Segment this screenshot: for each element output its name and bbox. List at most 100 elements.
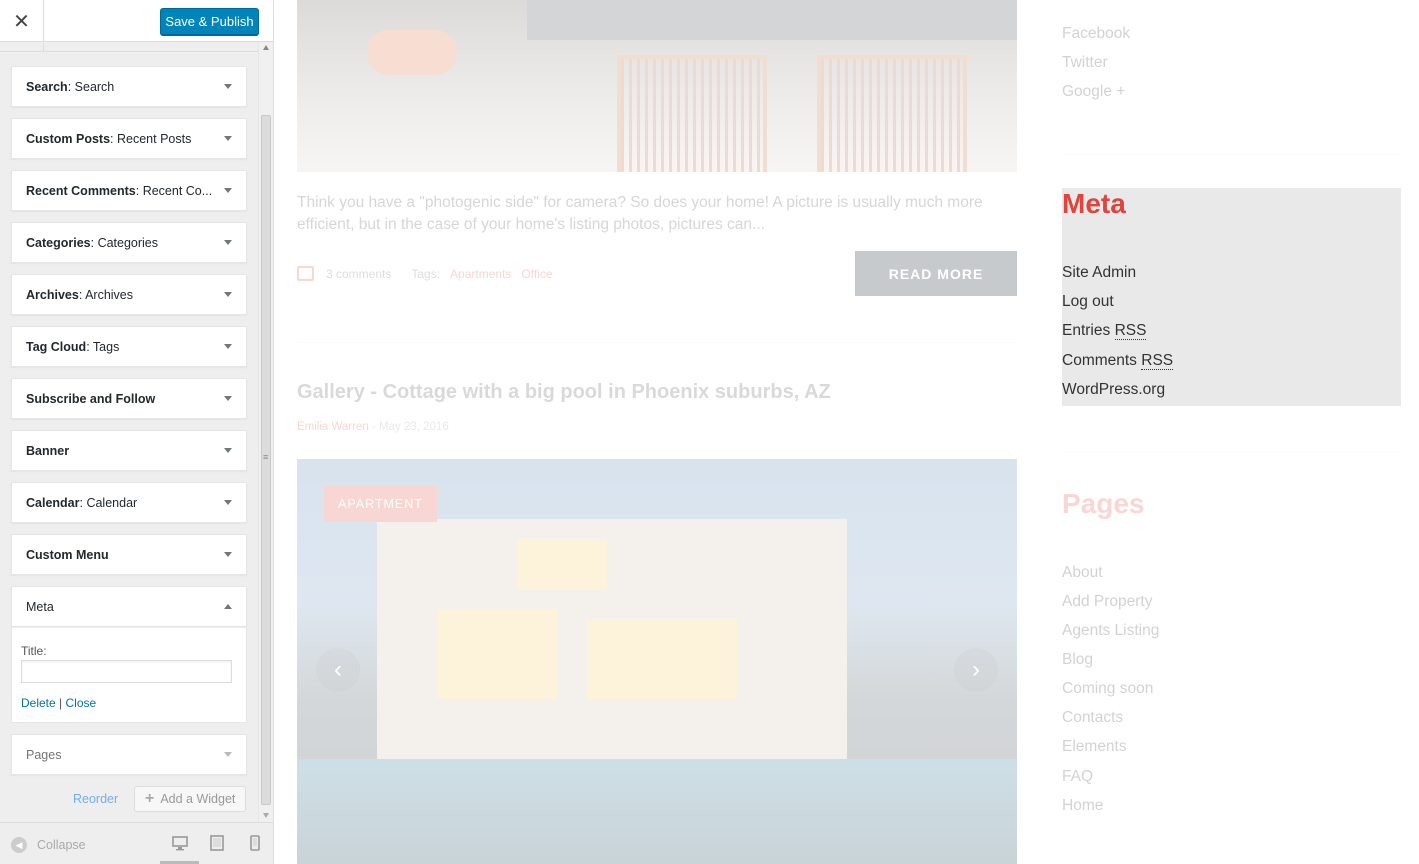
scrollbar-thumb[interactable]: ≡ (261, 115, 271, 805)
add-widget-label: Add a Widget (160, 792, 236, 806)
close-icon[interactable]: ✕ (0, 0, 44, 42)
chevron-down-icon[interactable] (224, 292, 232, 297)
collapse-button[interactable]: ◀ Collapse (11, 837, 86, 853)
separator: | (59, 696, 63, 710)
scroll-down-icon[interactable] (263, 813, 269, 818)
logout-link[interactable]: Log out (1062, 293, 1114, 311)
desktop-icon[interactable] (172, 835, 188, 853)
widget-archives[interactable]: Archives: Archives (11, 274, 247, 315)
widget-pages[interactable]: Pages (11, 734, 247, 775)
widget-search[interactable]: Search: Search (11, 66, 247, 107)
widget-actions: Delete | Close (21, 696, 96, 710)
page-link[interactable]: Blog (1062, 651, 1093, 669)
grip-icon: ≡ (263, 452, 269, 462)
customizer-header: ✕ Save & Publish (0, 0, 273, 42)
scroll-up-icon[interactable] (263, 45, 269, 50)
chevron-down-icon[interactable] (224, 448, 232, 453)
chevron-right-icon[interactable]: › (954, 648, 998, 692)
widget-banner[interactable]: Banner (11, 430, 247, 471)
wordpress-org-link[interactable]: WordPress.org (1062, 381, 1165, 399)
widget-calendar[interactable]: Calendar: Calendar (11, 482, 247, 523)
page-link[interactable]: Home (1062, 797, 1103, 815)
post-excerpt: Think you have a "photogenic side" for c… (297, 194, 983, 233)
chevron-left-icon[interactable]: ‹ (316, 648, 360, 692)
widget-custom-menu[interactable]: Custom Menu (11, 534, 247, 575)
tablet-icon[interactable] (209, 835, 225, 853)
category-badge[interactable]: APARTMENT (324, 486, 437, 522)
entries-rss-link[interactable]: Entries RSS (1062, 322, 1147, 340)
page-link[interactable]: Agents Listing (1062, 622, 1159, 640)
widget-subscribe-follow[interactable]: Subscribe and Follow (11, 378, 247, 419)
widget-title: Custom Menu (26, 548, 109, 562)
widget-meta[interactable]: Meta (11, 586, 247, 627)
widget-recent-comments[interactable]: Recent Comments: Recent Co... (11, 170, 247, 211)
widget-title: Archives: Archives (26, 288, 134, 302)
chevron-down-icon[interactable] (224, 188, 232, 193)
post-meta: 3 comments Tags: Apartments Office (297, 266, 553, 281)
post-date: May 23, 2016 (379, 421, 449, 433)
chevron-down-icon[interactable] (224, 500, 232, 505)
post-byline: Emilia Warren - May 23, 2016 (297, 421, 449, 433)
comment-icon (297, 266, 314, 281)
customizer-footer: ◀ Collapse (0, 822, 273, 864)
panel-header-remnant (0, 43, 258, 52)
social-link[interactable]: Facebook (1062, 25, 1130, 43)
social-link[interactable]: Google + (1062, 83, 1125, 101)
comments-rss-link[interactable]: Comments RSS (1062, 352, 1174, 370)
widget-tag-cloud[interactable]: Tag Cloud: Tags (11, 326, 247, 367)
widget-title: Search: Search (26, 80, 115, 94)
page-link[interactable]: Contacts (1062, 709, 1123, 727)
post-title[interactable]: Gallery - Cottage with a big pool in Pho… (297, 381, 831, 404)
meta-heading: Meta (1062, 188, 1126, 219)
widget-categories[interactable]: Categories: Categories (11, 222, 247, 263)
comments-count[interactable]: 3 comments (326, 267, 391, 281)
widget-title: Subscribe and Follow (26, 392, 156, 406)
page-link[interactable]: Coming soon (1062, 680, 1153, 698)
social-link[interactable]: Twitter (1062, 54, 1108, 72)
mobile-icon[interactable] (247, 835, 263, 853)
close-link[interactable]: Close (66, 696, 97, 710)
chevron-down-icon[interactable] (224, 136, 232, 141)
page-link[interactable]: Add Property (1062, 593, 1152, 611)
chevron-up-icon[interactable] (224, 604, 232, 609)
reorder-link[interactable]: Reorder (73, 792, 118, 806)
tags-label: Tags: (411, 266, 441, 281)
page-link[interactable]: About (1062, 564, 1103, 582)
widget-title: Categories: Categories (26, 236, 159, 250)
meta-widget: Meta Site Admin Log out Entries RSS Comm… (1062, 188, 1401, 406)
collapse-icon: ◀ (11, 837, 27, 853)
post-image (297, 0, 1017, 172)
widget-title: Recent Comments: Recent Co... (26, 184, 213, 198)
read-more-button[interactable]: READ MORE (855, 251, 1017, 296)
site-admin-link[interactable]: Site Admin (1062, 264, 1136, 282)
page-link[interactable]: FAQ (1062, 768, 1093, 786)
chevron-down-icon[interactable] (224, 552, 232, 557)
site-preview: Think you have a "photogenic side" for c… (274, 0, 1419, 864)
divider (1062, 452, 1402, 453)
page-link[interactable]: Elements (1062, 738, 1127, 756)
divider (1062, 154, 1402, 155)
chevron-down-icon[interactable] (224, 84, 232, 89)
meta-widget-form: Title: Delete | Close (11, 627, 247, 723)
pages-heading: Pages (1062, 488, 1145, 519)
chevron-down-icon[interactable] (224, 344, 232, 349)
add-widget-button[interactable]: + Add a Widget (134, 786, 246, 812)
widget-title: Calendar: Calendar (26, 496, 138, 510)
save-publish-button[interactable]: Save & Publish (160, 8, 259, 35)
author-link[interactable]: Emilia Warren (297, 421, 369, 433)
title-input[interactable] (21, 660, 232, 683)
chevron-down-icon[interactable] (224, 396, 232, 401)
delete-link[interactable]: Delete (21, 696, 56, 710)
widget-title: Tag Cloud: Tags (26, 340, 120, 354)
collapse-label: Collapse (37, 838, 86, 852)
scrollbar[interactable]: ≡ (258, 43, 273, 822)
chevron-down-icon[interactable] (224, 240, 232, 245)
chevron-down-icon[interactable] (224, 752, 232, 757)
tag-link[interactable]: Apartments (450, 267, 511, 281)
widget-custom-posts[interactable]: Custom Posts: Recent Posts (11, 118, 247, 159)
widget-title: Custom Posts: Recent Posts (26, 132, 192, 146)
widget-title: Pages (26, 748, 62, 762)
tag-link[interactable]: Office (521, 267, 552, 281)
widget-title: Meta (26, 600, 54, 614)
divider (297, 342, 1017, 343)
